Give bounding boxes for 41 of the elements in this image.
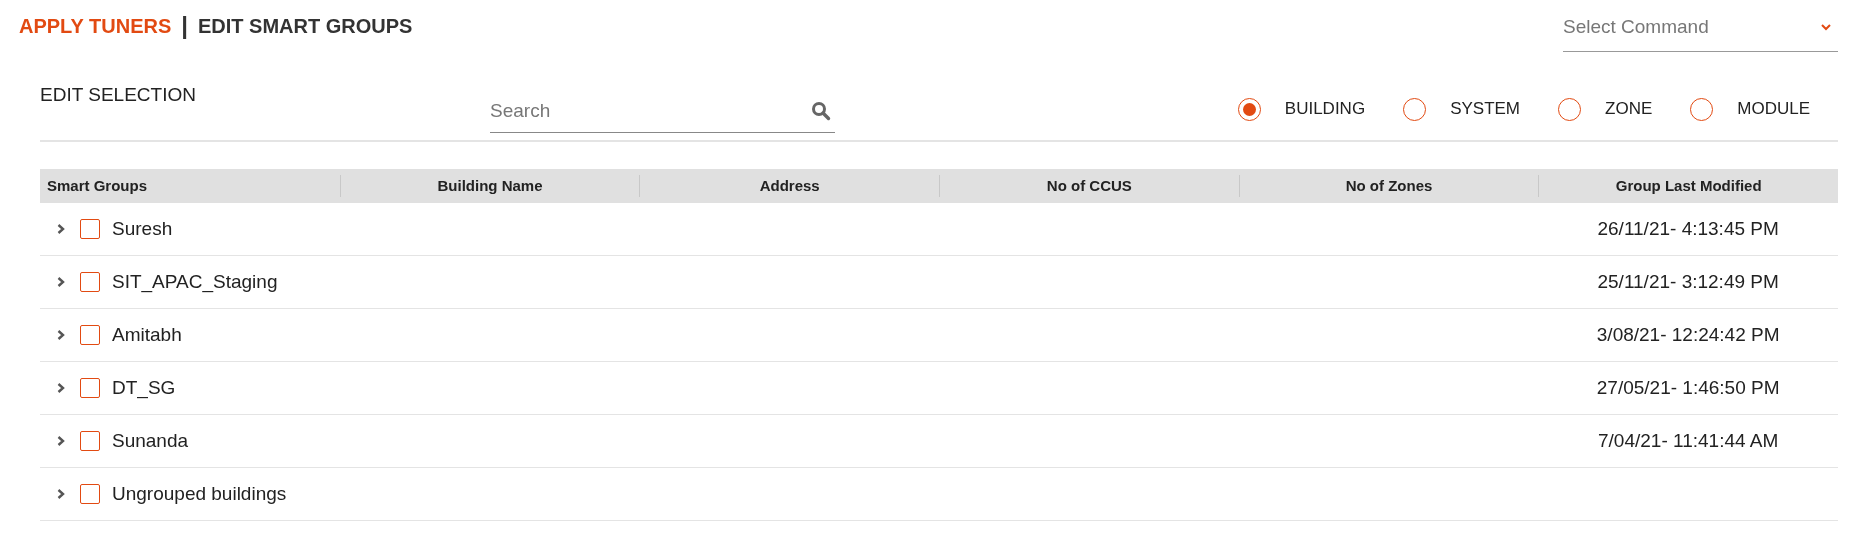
column-header: Group Last Modified [1615,177,1762,194]
column-header: Address [759,177,820,194]
modified-date: 25/11/21- 3:12:49 PM [1597,271,1779,292]
expand-chevron-icon[interactable] [56,329,66,341]
modified-date: 3/08/21- 12:24:42 PM [1596,324,1780,345]
checkbox[interactable] [80,484,100,504]
search-icon [811,101,831,121]
breadcrumb-separator: | [181,12,188,40]
apply-tuners-link[interactable]: APPLY TUNERS [19,14,172,38]
group-name: SIT_APAC_Staging [112,271,278,293]
radio-label: SYSTEM [1450,99,1521,119]
expand-chevron-icon[interactable] [56,488,66,500]
group-name: Amitabh [112,324,182,346]
radio-label: BUILDING [1284,99,1366,119]
checkbox[interactable] [80,378,100,398]
radio-label: ZONE [1605,99,1653,119]
group-name: Ungrouped buildings [112,483,287,505]
search-field[interactable]: Search [490,89,835,133]
page-title: EDIT SMART GROUPS [198,14,413,38]
checkbox[interactable] [80,272,100,292]
group-name: DT_SG [112,377,176,399]
checkbox[interactable] [80,325,100,345]
expand-chevron-icon[interactable] [56,223,66,235]
checkbox[interactable] [80,219,100,239]
caret-icon [1820,22,1832,31]
checkbox[interactable] [80,431,100,451]
group-name: Sunanda [112,430,189,452]
column-header: Building Name [437,177,543,194]
column-header: No of CCUS [1046,177,1132,194]
group-name: Suresh [112,218,173,240]
expand-chevron-icon[interactable] [56,435,66,447]
modified-date: 27/05/21- 1:46:50 PM [1596,377,1780,398]
command-select[interactable]: Select Command [1563,2,1838,52]
expand-chevron-icon[interactable] [56,382,66,394]
radio-label: MODULE [1737,99,1810,119]
modified-date: 7/04/21- 11:41:44 AM [1598,430,1779,451]
modified-date: 26/11/21- 4:13:45 PM [1597,218,1779,239]
expand-chevron-icon[interactable] [56,276,66,288]
column-header: Smart Groups [47,177,148,194]
section-title: EDIT SELECTION [40,84,197,106]
column-header: No of Zones [1345,177,1433,194]
